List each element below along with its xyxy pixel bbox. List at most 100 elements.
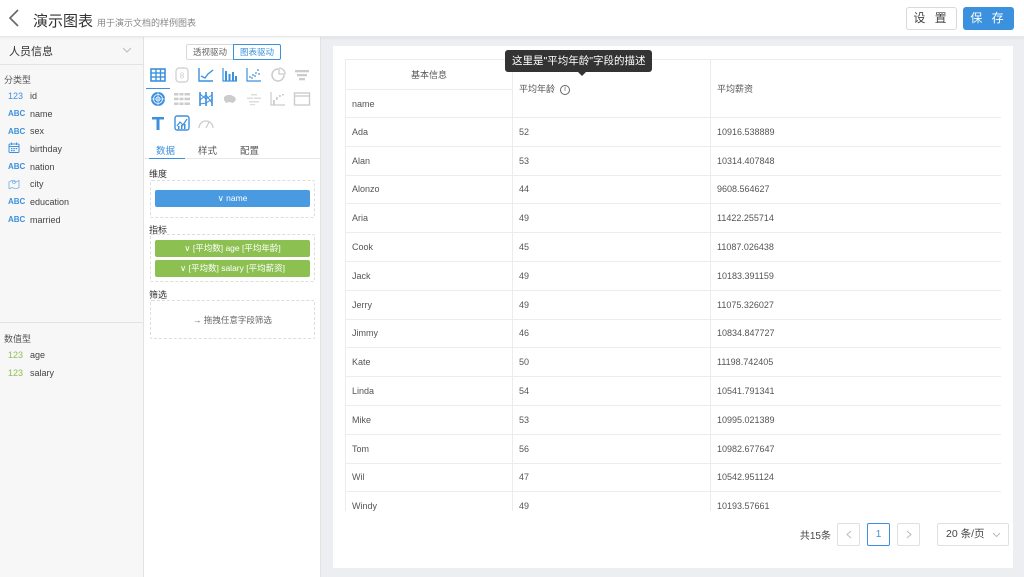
metric-pill-salary[interactable]: ∨ [平均数] salary [平均薪资]	[155, 260, 310, 277]
info-icon[interactable]: i	[560, 84, 571, 95]
cell-avg-salary: 10995.021389	[710, 404, 1001, 435]
cell-avg-age: 49	[512, 260, 711, 291]
cell-avg-age: 45	[512, 232, 711, 262]
cell-avg-age: 53	[512, 145, 711, 176]
tab-style[interactable]: 样式	[198, 143, 217, 157]
number-icon: 123	[8, 349, 24, 360]
chart-workspace: 基本信息 平均年龄 i 平均薪资 name Ada 52 10916.538889 Al…	[321, 37, 1024, 577]
chevron-left-icon	[845, 530, 851, 538]
config-tabs: 数据 样式 配置	[144, 142, 320, 159]
field-name-item[interactable]: ABC name	[0, 105, 143, 123]
chevron-left-icon	[8, 9, 19, 27]
text-icon: ABC	[8, 215, 26, 225]
cell-name: Kate	[345, 347, 513, 378]
group-divider	[0, 322, 143, 323]
metric-pill-age[interactable]: ∨ [平均数] age [平均年龄]	[155, 240, 310, 257]
metric-dropzone[interactable]: ∨ [平均数] age [平均年龄] ∨ [平均数] salary [平均薪资]	[150, 234, 315, 282]
column-header-salary[interactable]: 平均薪资	[710, 59, 1001, 118]
save-button[interactable]: 保 存	[963, 7, 1014, 30]
parallel-icon[interactable]	[197, 90, 215, 108]
group-title: 分类型	[4, 75, 32, 85]
chevron-down-icon	[993, 532, 1000, 537]
active-tab-indicator	[149, 158, 185, 159]
table-scroll-area[interactable]: 基本信息 平均年龄 i 平均薪资 name Ada 52 10916.538889 Al…	[345, 59, 1001, 511]
dataset-select[interactable]: 人员信息	[0, 37, 143, 65]
filter-dropzone[interactable]: → 拖拽任意字段筛选	[150, 300, 315, 339]
text-icon: ABC	[8, 109, 26, 119]
tab-data[interactable]: 数据	[156, 143, 175, 157]
settings-button[interactable]: 设 置	[906, 7, 957, 30]
field-age[interactable]: 123 age	[0, 346, 143, 364]
table-row: Linda 54 10541.791341	[345, 376, 1001, 406]
chart-drive-option[interactable]: 图表驱动	[233, 44, 282, 60]
field-list-panel: 人员信息 分类型 123 id ABC name ABC sex birthday A…	[0, 37, 144, 577]
field-name: id	[30, 90, 38, 101]
field-name: nation	[30, 161, 55, 172]
tab-settings[interactable]: 配置	[240, 143, 259, 157]
wordcloud-icon[interactable]	[245, 90, 263, 108]
chart-card: 基本信息 平均年龄 i 平均薪资 name Ada 52 10916.538889 Al…	[333, 46, 1013, 568]
field-married[interactable]: ABC married	[0, 211, 143, 229]
column-group-header: 基本信息	[345, 59, 513, 90]
iframe-icon[interactable]	[293, 90, 311, 108]
bar-chart-icon[interactable]	[221, 66, 239, 84]
cell-avg-salary: 10314.407848	[710, 145, 1001, 176]
table-row: Mike 53 10995.021389	[345, 404, 1001, 435]
text-icon[interactable]	[149, 114, 167, 132]
field-salary[interactable]: 123 salary	[0, 364, 143, 382]
pie-chart-icon[interactable]	[269, 66, 287, 84]
scatter-chart-icon[interactable]	[245, 66, 263, 84]
cell-avg-salary: 11075.326027	[710, 289, 1001, 320]
map-chart-icon[interactable]	[221, 90, 239, 108]
prev-page-button[interactable]	[837, 522, 860, 546]
cell-avg-age: 49	[512, 289, 711, 320]
calendar-icon	[8, 142, 30, 155]
cell-avg-salary: 11422.255714	[710, 203, 1001, 234]
radar-chart-icon[interactable]	[149, 90, 167, 108]
pivot-drive-option[interactable]: 透视驱动	[186, 44, 234, 60]
cell-avg-age: 50	[512, 347, 711, 378]
measure-field-group: 数值型 123 age 123 salary	[0, 332, 143, 381]
field-id[interactable]: 123 id	[0, 87, 143, 105]
gauge-icon[interactable]	[197, 114, 215, 132]
dimension-pill-name[interactable]: ∨ name	[155, 190, 310, 207]
field-name: education	[30, 196, 70, 207]
back-button[interactable]	[6, 8, 24, 28]
field-city[interactable]: city	[0, 175, 143, 193]
cell-name: Jack	[345, 260, 513, 291]
cell-avg-age: 53	[512, 404, 711, 435]
cell-name: Windy	[345, 491, 513, 511]
cell-name: Jerry	[345, 289, 513, 320]
field-sex[interactable]: ABC sex	[0, 122, 143, 140]
chart-config-panel: 透视驱动 图表驱动 8 数据 样式 配置 维度 ∨ name 指标 ∨ [平均数	[144, 37, 321, 577]
table-icon[interactable]	[146, 66, 170, 89]
number-icon: 123	[8, 367, 24, 378]
field-education[interactable]: ABC education	[0, 193, 143, 211]
chevron-down-icon	[123, 47, 131, 53]
cell-avg-salary: 9608.564627	[710, 174, 1001, 205]
cell-avg-salary: 11087.026438	[710, 232, 1001, 262]
cell-name: Aria	[345, 203, 513, 234]
page-button-current[interactable]: 1	[867, 522, 890, 546]
cell-name: Alonzo	[345, 174, 513, 205]
scorecard-icon[interactable]: 8	[173, 66, 191, 84]
column-header-label: 平均薪资	[717, 84, 754, 94]
field-nation[interactable]: ABC nation	[0, 158, 143, 176]
waterfall-icon[interactable]	[269, 90, 287, 108]
cell-avg-age: 46	[512, 318, 711, 349]
table-row: Tom 56 10982.677647	[345, 433, 1001, 464]
sankey-icon[interactable]	[173, 90, 191, 108]
page-size-select[interactable]: 20 条/页	[937, 522, 1009, 546]
funnel-chart-icon[interactable]	[293, 66, 311, 84]
cell-avg-salary: 10834.847727	[710, 318, 1001, 349]
text-icon: ABC	[8, 126, 26, 136]
richtext-icon[interactable]	[173, 114, 191, 132]
column-header-name[interactable]: name	[345, 89, 513, 118]
table-row: Aria 49 11422.255714	[345, 203, 1001, 234]
next-page-button[interactable]	[897, 522, 920, 546]
field-birthday[interactable]: birthday	[0, 140, 143, 158]
cell-name: Mike	[345, 404, 513, 435]
dimension-dropzone[interactable]: ∨ name	[150, 180, 315, 218]
line-chart-icon[interactable]	[197, 66, 215, 84]
cell-avg-age: 56	[512, 433, 711, 464]
